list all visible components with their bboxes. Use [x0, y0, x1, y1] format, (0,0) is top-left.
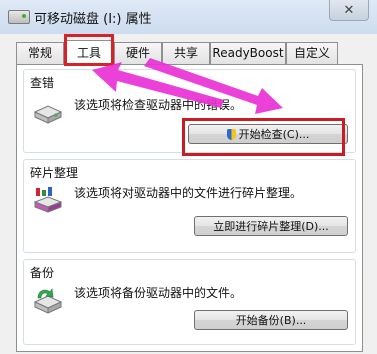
group-defrag: 碎片整理 该选项将对驱动器中的文件进行碎片整理。 立即进行碎片整理(D)... [23, 159, 356, 253]
group-title-defrag: 碎片整理 [30, 166, 79, 180]
start-check-highlight-box [182, 118, 345, 156]
close-icon: ✕ [343, 2, 355, 18]
check-drive-icon [33, 105, 63, 124]
tools-panel: 查错 该选项将检查驱动器中的错误。 开始检查(C)... 碎片整理 该选项将对驱… [16, 64, 363, 352]
removable-drive-icon [8, 10, 30, 24]
tab-customize[interactable]: 自定义 [286, 42, 338, 64]
tab-general[interactable]: 常规 [16, 42, 64, 64]
tab-sharing[interactable]: 共享 [162, 42, 210, 64]
window-title: 可移动磁盘 (I:) 属性 [34, 12, 152, 27]
tab-hardware[interactable]: 硬件 [114, 42, 162, 64]
title-bar: 可移动磁盘 (I:) 属性 ✕ [0, 0, 377, 35]
tools-tab-highlight-box [64, 34, 114, 66]
properties-dialog: 常规 工具 硬件 共享 ReadyBoost 自定义 查错 该选项将检查驱动器中… [0, 34, 377, 354]
defrag-description: 该选项将对驱动器中的文件进行碎片整理。 [74, 186, 303, 200]
group-backup: 备份 该选项将备份驱动器中的文件。 开始备份(B)... [23, 259, 356, 345]
tab-readyboost[interactable]: ReadyBoost [210, 42, 286, 64]
group-title-error-check: 查错 [30, 76, 55, 90]
defrag-icon [33, 187, 63, 213]
close-button[interactable]: ✕ [329, 0, 369, 21]
defrag-now-button[interactable]: 立即进行碎片整理(D)... [194, 216, 348, 236]
start-backup-button[interactable]: 开始备份(B)... [194, 310, 348, 330]
error-check-description: 该选项将检查驱动器中的错误。 [74, 98, 243, 112]
group-title-backup: 备份 [30, 266, 55, 280]
backup-icon [33, 288, 63, 314]
backup-description: 该选项将备份驱动器中的文件。 [74, 286, 243, 300]
